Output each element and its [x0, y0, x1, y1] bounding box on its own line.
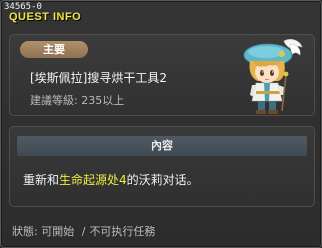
npc-portrait-icon	[243, 39, 303, 114]
quest-content-panel: 內容 重新和生命起源处4的沃莉对话。	[9, 126, 315, 207]
status-value-unavailable: 不可执行任務	[89, 225, 156, 238]
quest-info-window: 34565-0 QUEST INFO 主要 [埃斯佩拉]搜寻烘干工具2 建議等級…	[0, 0, 322, 248]
quest-type-badge: 主要	[20, 41, 88, 58]
quest-level-requirement: 建議等級: 235以上	[30, 94, 125, 107]
status-value-available: 可開始	[41, 225, 75, 238]
quest-header-panel: 主要 [埃斯佩拉]搜寻烘干工具2 建議等級: 235以上	[9, 34, 315, 116]
quest-name: [埃斯佩拉]搜寻烘干工具2	[30, 71, 167, 85]
location-highlight: 生命起源处4	[59, 173, 127, 187]
status-label: 狀態:	[12, 225, 38, 238]
window-title: QUEST INFO	[9, 11, 82, 23]
status-separator: /	[81, 225, 86, 238]
description-text-before: 重新和	[23, 173, 60, 187]
content-header: 內容	[17, 136, 307, 156]
description-text-after: 的沃莉对话。	[126, 173, 199, 187]
quest-status: 狀態: 可開始 / 不可执行任務	[12, 223, 155, 239]
quest-description: 重新和生命起源处4的沃莉对话。	[23, 171, 199, 188]
